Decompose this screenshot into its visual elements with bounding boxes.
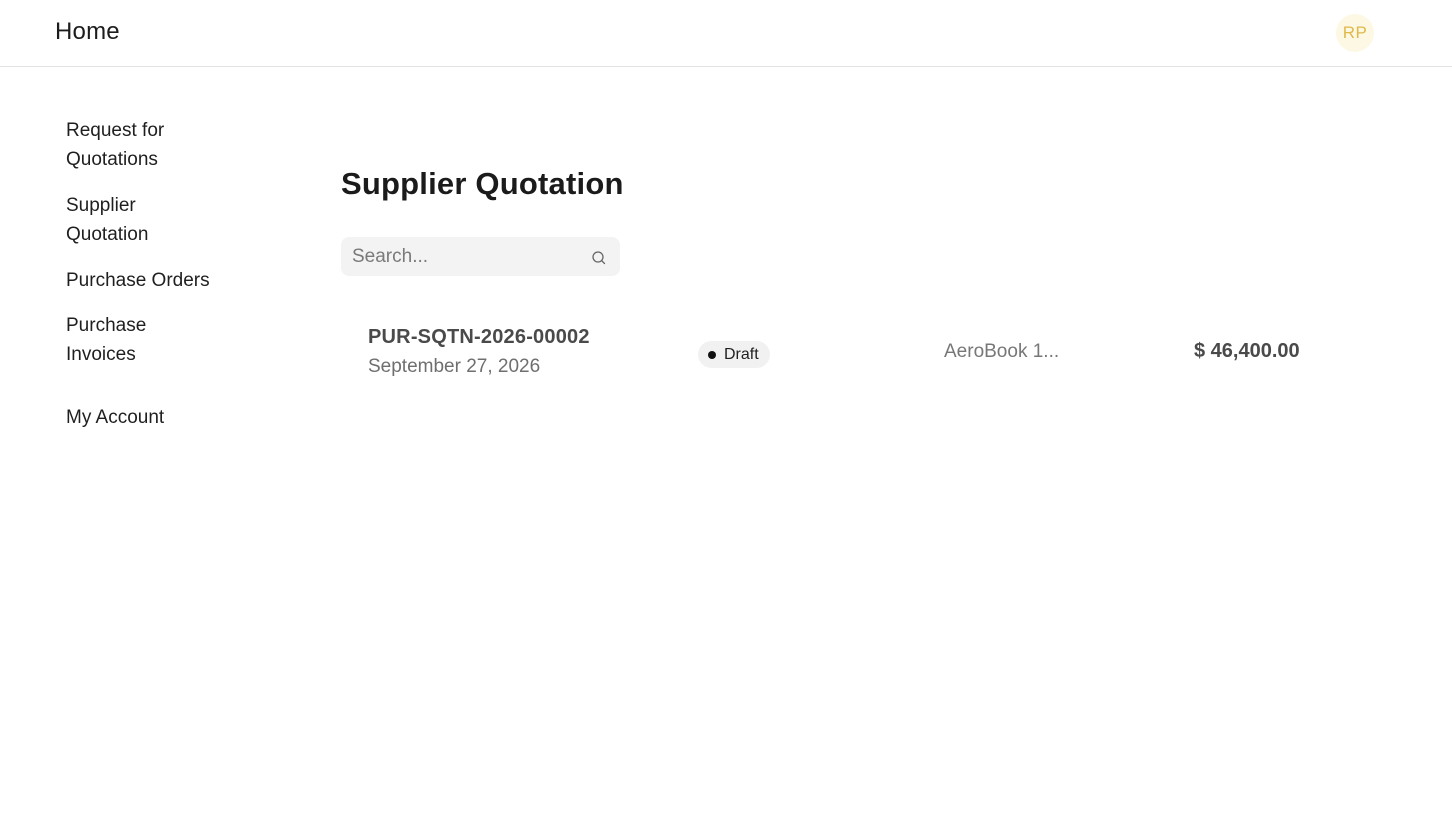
sidebar-item-purchase-orders[interactable]: Purchase Orders: [66, 266, 246, 295]
user-avatar[interactable]: RP: [1336, 14, 1374, 52]
status-label: Draft: [724, 345, 759, 363]
page-title: Supplier Quotation: [341, 166, 624, 201]
search-icon[interactable]: [591, 250, 607, 266]
sidebar-item-request-for-quotations[interactable]: Request for Quotations: [66, 116, 216, 174]
quotation-date: September 27, 2026: [368, 356, 541, 377]
home-link[interactable]: Home: [55, 18, 120, 46]
sidebar-item-supplier-quotation[interactable]: Supplier Quotation: [66, 191, 216, 249]
sidebar-item-purchase-invoices[interactable]: Purchase Invoices: [66, 311, 216, 369]
search-box: [341, 237, 620, 276]
list-row[interactable]: PUR-SQTN-2026-00002 September 27, 2026 D…: [341, 314, 1341, 394]
sidebar-item-my-account[interactable]: My Account: [66, 403, 246, 432]
navbar: Home RP: [0, 0, 1452, 67]
quotation-id[interactable]: PUR-SQTN-2026-00002: [368, 326, 590, 349]
search-input[interactable]: [341, 237, 586, 276]
status-dot-icon: [708, 350, 716, 359]
status-badge: Draft: [698, 341, 770, 368]
item-name: AeroBook 1...: [944, 341, 1060, 362]
grand-total: $ 46,400.00: [1194, 340, 1300, 362]
